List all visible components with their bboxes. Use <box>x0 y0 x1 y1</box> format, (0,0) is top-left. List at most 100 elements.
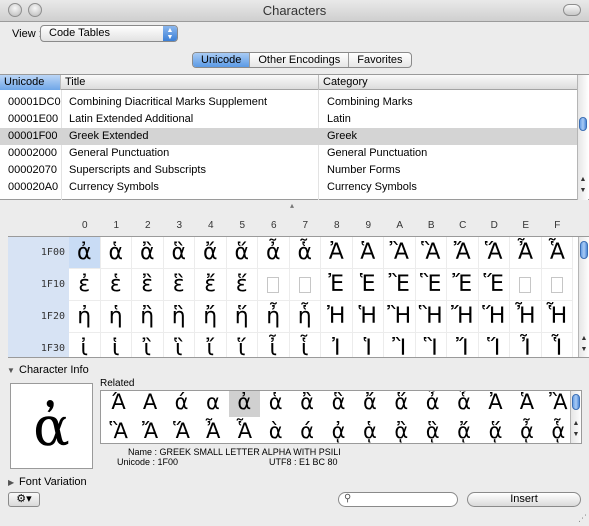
related-glyph[interactable]: Ἅ <box>166 417 197 443</box>
related-glyph[interactable]: ἃ <box>323 391 354 417</box>
scroll-down-icon[interactable]: ▼ <box>579 346 589 353</box>
related-glyph[interactable]: ᾅ <box>480 417 511 443</box>
related-glyph[interactable]: ᾂ <box>386 417 417 443</box>
glyph-cell[interactable]: ἢ <box>132 301 164 333</box>
glyph-cell[interactable]: Ἳ <box>416 333 447 357</box>
related-glyph[interactable]: ᾀ <box>323 417 354 443</box>
table-row-selected[interactable]: 00001F00 Greek Extended Greek <box>0 128 577 145</box>
glyph-cell[interactable]: Ἕ <box>478 269 510 301</box>
glyph-cell[interactable]: ἰ <box>69 333 101 357</box>
glyph-cell[interactable]: ἆ <box>258 237 290 269</box>
disclosure-closed-icon[interactable]: ▶ <box>8 478 14 487</box>
glyph-cell[interactable]: Ἱ <box>353 333 384 357</box>
related-glyph[interactable]: Ά <box>103 391 134 417</box>
glyph-cell[interactable]: ἷ <box>290 333 321 357</box>
related-glyph[interactable]: Α <box>134 391 165 417</box>
glyph-cell[interactable]: Ἤ <box>447 301 479 333</box>
tab-favorites[interactable]: Favorites <box>349 53 410 67</box>
glyph-cell[interactable]: ἡ <box>100 301 132 333</box>
related-glyph[interactable]: ά <box>166 391 197 417</box>
resize-grip-icon[interactable]: ⋰ <box>578 513 587 524</box>
related-glyph[interactable]: ἅ <box>386 391 417 417</box>
glyph-cell[interactable]: ἒ <box>132 269 164 301</box>
glyph-cell[interactable]: Ἇ <box>541 237 573 269</box>
glyph-cell[interactable]: Ἧ <box>541 301 573 333</box>
related-glyph[interactable]: Ἇ <box>229 417 260 443</box>
glyph-cell[interactable]: Ἓ <box>415 269 447 301</box>
related-glyph[interactable]: ᾆ <box>511 417 542 443</box>
related-glyph[interactable]: ᾄ <box>448 417 479 443</box>
glyph-cell[interactable]: Ἦ <box>510 301 542 333</box>
glyph-cell[interactable]: ἐ <box>69 269 101 301</box>
split-handle-icon[interactable]: ▴ <box>290 201 294 210</box>
glyph-cell[interactable]: ἥ <box>226 301 258 333</box>
glyph-cell[interactable]: Ἰ <box>321 333 353 357</box>
glyph-cell[interactable]: ἑ <box>100 269 132 301</box>
glyph-cell[interactable]: ἤ <box>195 301 227 333</box>
related-glyph[interactable]: Ἆ <box>197 417 228 443</box>
glyph-cell[interactable]: ἓ <box>163 269 195 301</box>
column-unicode[interactable]: Unicode <box>0 75 61 90</box>
related-glyph[interactable]: ἄ <box>354 391 385 417</box>
glyph-cell[interactable]: Ἴ <box>447 333 479 357</box>
glyph-cell[interactable]: ἕ <box>226 269 258 301</box>
glyph-cell[interactable]: Ἠ <box>321 301 353 333</box>
glyph-cell[interactable]: ἂ <box>132 237 164 269</box>
glyph-cell[interactable]: ἱ <box>101 333 132 357</box>
grid-scrollbar[interactable]: ▲ ▼ <box>578 237 589 357</box>
related-glyph[interactable]: ἂ <box>291 391 322 417</box>
glyph-cell[interactable]: Ἐ <box>321 269 353 301</box>
glyph-cell-empty[interactable] <box>510 269 542 301</box>
column-title[interactable]: Title <box>61 75 319 90</box>
glyph-cell[interactable]: Ἀ <box>321 237 353 269</box>
glyph-cell[interactable]: Ἡ <box>352 301 384 333</box>
glyph-cell[interactable]: ἲ <box>132 333 164 357</box>
glyph-cell[interactable]: Ἄ <box>447 237 479 269</box>
related-glyph[interactable]: ὰ <box>260 417 291 443</box>
search-input[interactable] <box>357 494 453 505</box>
related-glyph[interactable]: ἀ <box>228 391 260 417</box>
glyph-cell[interactable]: ἧ <box>289 301 321 333</box>
glyph-cell[interactable]: ἁ <box>100 237 132 269</box>
related-glyph[interactable]: ἇ <box>448 391 479 417</box>
glyph-cell[interactable]: ἠ <box>69 301 101 333</box>
related-glyph[interactable]: ᾃ <box>417 417 448 443</box>
table-scrollbar[interactable]: ▲ ▼ <box>577 75 588 200</box>
glyph-cell[interactable]: ἵ <box>227 333 258 357</box>
related-glyph[interactable]: Ἁ <box>511 391 542 417</box>
glyph-cell[interactable]: ἣ <box>163 301 195 333</box>
glyph-cell[interactable]: ἇ <box>289 237 321 269</box>
tab-other-encodings[interactable]: Other Encodings <box>250 53 350 67</box>
glyph-cell-empty[interactable] <box>258 269 290 301</box>
scroll-up-icon[interactable]: ▲ <box>578 176 588 183</box>
glyph-cell-empty[interactable] <box>541 269 573 301</box>
glyph-cell[interactable]: ἶ <box>258 333 290 357</box>
related-glyph[interactable]: ἁ <box>260 391 291 417</box>
scroll-up-icon[interactable]: ▲ <box>571 420 581 427</box>
related-scroll-thumb[interactable] <box>572 394 580 410</box>
glyph-cell[interactable]: Ἣ <box>415 301 447 333</box>
view-select[interactable]: Code Tables ▲ ▼ <box>40 25 178 42</box>
glyph-cell[interactable]: Ἥ <box>478 301 510 333</box>
glyph-cell[interactable]: Ἔ <box>447 269 479 301</box>
table-row[interactable]: 00002000 General Punctuation General Pun… <box>0 145 577 162</box>
scroll-down-icon[interactable]: ▼ <box>578 187 588 194</box>
table-row[interactable]: 00001E00 Latin Extended Additional Latin <box>0 111 577 128</box>
table-row[interactable]: 00001DC0 Combining Diacritical Marks Sup… <box>0 94 577 111</box>
related-scrollbar[interactable]: ▲ ▼ <box>570 391 581 443</box>
glyph-cell[interactable]: Ἶ <box>510 333 542 357</box>
table-row[interactable]: 000020A0 Currency Symbols Currency Symbo… <box>0 179 577 196</box>
related-glyph[interactable]: ά <box>291 417 322 443</box>
glyph-cell[interactable]: ἔ <box>195 269 227 301</box>
glyph-cell[interactable]: Ἒ <box>384 269 416 301</box>
related-glyph[interactable]: ᾁ <box>354 417 385 443</box>
glyph-cell[interactable]: ἄ <box>195 237 227 269</box>
glyph-cell[interactable]: Ἂ <box>384 237 416 269</box>
table-row[interactable]: 00002070 Superscripts and Subscripts Num… <box>0 162 577 179</box>
glyph-cell[interactable]: Ἁ <box>352 237 384 269</box>
glyph-cell[interactable]: ἦ <box>258 301 290 333</box>
related-glyph[interactable]: Ἀ <box>480 391 511 417</box>
search-field[interactable]: ⚲ <box>338 492 458 507</box>
glyph-cell[interactable]: ἴ <box>195 333 227 357</box>
tab-unicode[interactable]: Unicode <box>193 53 251 67</box>
